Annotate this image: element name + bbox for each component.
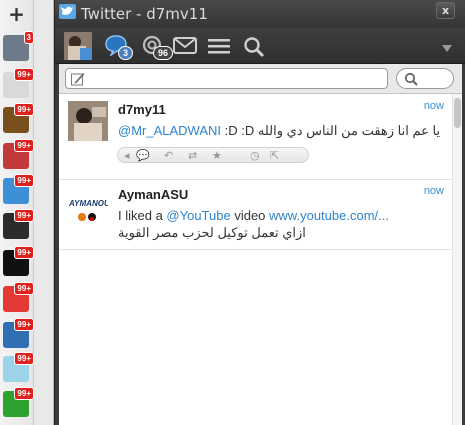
search-input[interactable]	[396, 68, 454, 89]
eye-app-icon[interactable]: 99+	[3, 209, 34, 239]
pencil-icon	[71, 73, 85, 86]
notification-badge: 99+	[14, 103, 34, 116]
tweet-item[interactable]: AYMANOUS AymanASU now I liked a @YouTube…	[59, 180, 452, 250]
tweet-text-mid: video	[230, 208, 270, 223]
notification-badge: 3	[23, 31, 34, 44]
expand-icon[interactable]: ◂	[124, 149, 130, 162]
avatar[interactable]	[68, 101, 108, 141]
magnifier-icon	[404, 72, 418, 86]
tmv-app-icon[interactable]: 99+	[3, 68, 34, 98]
tweet-body: :D :D يا عم انا زهقت من الناس دي والله	[221, 123, 441, 138]
techcrunch-app-icon[interactable]: 99+	[3, 387, 34, 417]
timeline-bubble-icon[interactable]: 3	[104, 34, 134, 60]
app-rail: + 3 99+ 99+ 99+ 99+ 99+ 99+ 99+ 99+ 99+ 99+	[0, 0, 34, 425]
tweet-text: @Mr_ALADWANI :D :D يا عم انا زهقت من الن…	[118, 123, 440, 139]
tweet-author[interactable]: d7my11	[118, 102, 166, 117]
mentions-at-icon[interactable]: 96	[141, 34, 174, 60]
favorite-icon[interactable]: ★	[212, 149, 222, 162]
twitter-bird-icon	[59, 4, 76, 19]
avatar[interactable]: AYMANOUS	[68, 188, 116, 228]
twitter-app-icon[interactable]: 3	[3, 31, 34, 61]
tweet-text-prefix: I liked a	[118, 208, 167, 223]
m-app-icon[interactable]: 99+	[3, 246, 34, 276]
account-avatar[interactable]	[64, 32, 92, 60]
tweet-time[interactable]: now	[424, 185, 444, 197]
messages-badge: 96	[153, 46, 174, 60]
tweet-actions: ◂ 💬 ↶ ⇄ ★ ◷ ⇱	[117, 147, 309, 163]
scrollbar[interactable]	[452, 94, 462, 425]
scrollbar-thumb[interactable]	[454, 98, 461, 128]
tweet-item[interactable]: d7my11 now @Mr_ALADWANI :D :D يا عم انا …	[59, 94, 452, 180]
twitter-window: Twitter - d7mv11 x 3 96 d7my11 now @Mr_A…	[54, 0, 465, 425]
notification-badge: 99+	[14, 246, 34, 259]
notification-badge: 99+	[14, 68, 34, 81]
blocks-app-icon[interactable]: 99+	[3, 282, 34, 312]
tweet-feed: d7my11 now @Mr_ALADWANI :D :D يا عم انا …	[59, 94, 462, 425]
notification-badge: 99+	[14, 139, 34, 152]
compose-input[interactable]	[65, 68, 388, 89]
add-app-button[interactable]: +	[0, 0, 33, 28]
notification-badge: 99+	[14, 174, 34, 187]
lists-icon[interactable]	[208, 38, 230, 54]
mashable-app-icon[interactable]: 99+	[3, 318, 34, 348]
url-link[interactable]: www.youtube.com/...	[269, 208, 389, 223]
svg-text:AYMANOUS: AYMANOUS	[68, 199, 108, 208]
window-title: Twitter - d7mv11	[81, 5, 208, 23]
chevron-down-icon[interactable]	[441, 40, 453, 52]
notification-badge: 99+	[14, 318, 34, 331]
notification-badge: 99+	[14, 209, 34, 222]
notification-badge: 99+	[14, 282, 34, 295]
search-icon[interactable]	[243, 36, 265, 58]
direct-messages-icon[interactable]	[173, 37, 197, 55]
reply-icon[interactable]: ↶	[164, 149, 173, 162]
h-app-icon[interactable]: 99+	[3, 103, 34, 133]
grid-app-icon[interactable]: 99+	[3, 174, 34, 204]
reply-bubble-icon[interactable]: 💬	[136, 149, 150, 162]
mention-link[interactable]: @Mr_ALADWANI	[118, 123, 221, 138]
clock-icon[interactable]: ◷	[250, 149, 260, 162]
tweet-author[interactable]: AymanASU	[118, 187, 188, 202]
close-button[interactable]: x	[436, 2, 455, 19]
title-bar[interactable]: Twitter - d7mv11 x	[55, 0, 465, 28]
share-icon[interactable]: ⇱	[270, 149, 279, 162]
toolbar: 3 96	[55, 28, 465, 64]
compose-bar	[59, 64, 462, 94]
notification-badge: 99+	[14, 352, 34, 365]
tweet-text: I liked a @YouTube video www.youtube.com…	[118, 208, 389, 223]
tweet-text-line2: ازاي تعمل توكيل لحزب مصر القوية	[118, 225, 306, 240]
tweet-time[interactable]: now	[424, 100, 444, 112]
notification-badge: 99+	[14, 387, 34, 400]
gj-app-icon[interactable]: 99+	[3, 139, 34, 169]
feed-app-icon[interactable]: 99+	[3, 352, 34, 382]
mentions-badge: 3	[118, 46, 134, 60]
mention-link[interactable]: @YouTube	[166, 208, 230, 223]
retweet-icon[interactable]: ⇄	[188, 149, 197, 162]
rail-divider	[34, 0, 54, 425]
